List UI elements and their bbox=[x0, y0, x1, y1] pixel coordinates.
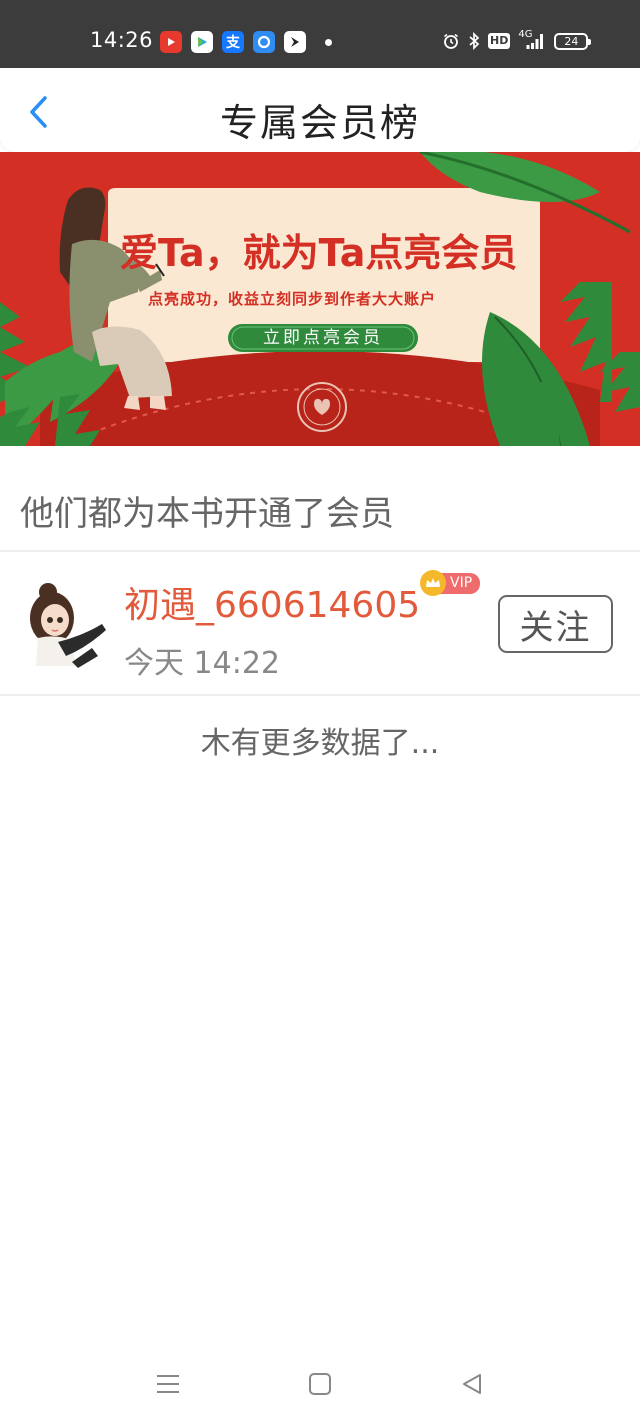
more-notifications-dot bbox=[325, 39, 332, 46]
system-nav-bar bbox=[0, 1352, 640, 1422]
tv-app-icon bbox=[191, 31, 213, 53]
crown-icon bbox=[420, 570, 446, 596]
banner-cta-button[interactable]: 立即点亮会员 bbox=[228, 324, 418, 352]
back-triangle-icon bbox=[463, 1374, 481, 1394]
alipay-icon: 支 bbox=[222, 31, 244, 53]
status-time: 14:26 bbox=[90, 28, 154, 52]
video-app-icon bbox=[160, 31, 182, 53]
system-icons: HD 4G 24 bbox=[442, 29, 592, 51]
avatar[interactable] bbox=[22, 578, 110, 674]
menu-button[interactable] bbox=[148, 1368, 188, 1400]
section-divider bbox=[0, 550, 640, 552]
section-title: 他们都为本书开通了会员 bbox=[20, 494, 394, 534]
promo-banner[interactable]: 爱Ta，就为Ta点亮会员 点亮成功，收益立刻同步到作者大大账户 立即点亮会员 bbox=[0, 152, 640, 446]
top-header: 专属会员榜 bbox=[0, 68, 640, 152]
menu-icon bbox=[157, 1375, 179, 1393]
member-row[interactable]: 初遇_660614605 VIP 今天 14:22 关注 bbox=[0, 554, 640, 694]
vip-badge: VIP bbox=[420, 570, 481, 596]
home-button[interactable] bbox=[300, 1368, 340, 1400]
row-divider bbox=[0, 694, 640, 696]
arrow-app-icon bbox=[284, 31, 306, 53]
hd-icon: HD bbox=[488, 33, 511, 49]
banner-subline: 点亮成功，收益立刻同步到作者大大账户 bbox=[148, 290, 437, 308]
follow-button[interactable]: 关注 bbox=[498, 595, 613, 653]
member-time: 今天 14:22 bbox=[124, 646, 280, 681]
notification-icons: 支 bbox=[160, 31, 306, 53]
signal-icon: 4G bbox=[518, 29, 546, 51]
battery-icon: 24 bbox=[554, 32, 592, 50]
alarm-icon bbox=[442, 32, 460, 50]
page-title: 专属会员榜 bbox=[219, 101, 420, 145]
status-bar: 14:26 支 HD 4G 24 bbox=[0, 0, 640, 68]
network-label: 4G bbox=[518, 29, 533, 40]
back-nav-button[interactable] bbox=[452, 1368, 492, 1400]
home-square-icon bbox=[309, 1373, 331, 1395]
browser-icon bbox=[253, 31, 275, 53]
banner-headline: 爱Ta，就为Ta点亮会员 bbox=[120, 231, 518, 275]
bluetooth-icon bbox=[468, 32, 480, 50]
list-end-message: 木有更多数据了... bbox=[200, 726, 440, 761]
member-name[interactable]: 初遇_660614605 bbox=[124, 576, 420, 628]
